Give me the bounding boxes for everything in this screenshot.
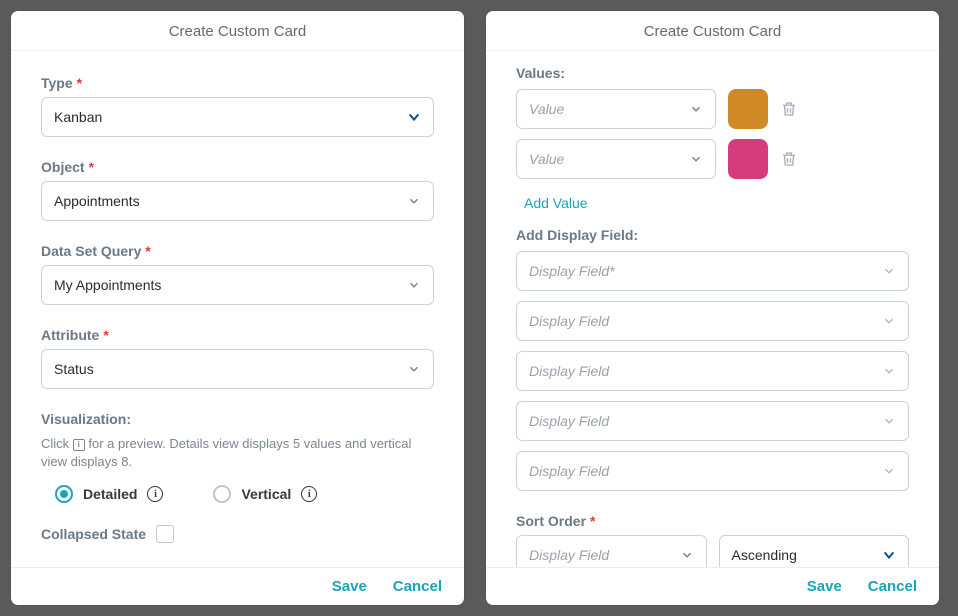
sort-order-label: Sort Order* (516, 513, 909, 529)
sort-direction-select[interactable]: Ascending (719, 535, 910, 567)
chevron-down-icon (407, 278, 421, 292)
visualization-radio-row: Detailed i Vertical i (41, 485, 434, 503)
display-field-placeholder: Display Field (529, 413, 609, 429)
display-field-select[interactable]: Display Field (516, 451, 909, 491)
cancel-button[interactable]: Cancel (868, 578, 917, 595)
chevron-down-icon (407, 194, 421, 208)
value-select[interactable]: Value (516, 139, 716, 179)
object-group: Object* Appointments (41, 159, 434, 221)
attribute-value: Status (54, 361, 94, 377)
cancel-button[interactable]: Cancel (393, 578, 442, 595)
create-custom-card-dialog-left: Create Custom Card Type* Kanban Object* … (10, 10, 465, 606)
radio-option-detailed: Detailed i (55, 485, 163, 503)
chevron-down-icon (680, 548, 694, 562)
chevron-down-icon (407, 362, 421, 376)
required-asterisk: * (103, 327, 108, 343)
object-select[interactable]: Appointments (41, 181, 434, 221)
visualization-group: Visualization: Click i for a preview. De… (41, 411, 434, 503)
radio-option-vertical: Vertical i (213, 485, 317, 503)
visualization-label: Visualization: (41, 411, 434, 427)
display-field-placeholder: Display Field* (529, 263, 615, 279)
attribute-select[interactable]: Status (41, 349, 434, 389)
chevron-down-icon (882, 364, 896, 378)
dialog-body-left: Type* Kanban Object* Appointments Data S… (11, 51, 464, 567)
data-set-query-value: My Appointments (54, 277, 161, 293)
values-group: Values: Value Value Add Value (516, 65, 909, 213)
save-button[interactable]: Save (807, 578, 842, 595)
visualization-helper: Click i for a preview. Details view disp… (41, 435, 434, 471)
sort-order-row: Display Field Ascending (516, 535, 909, 567)
required-asterisk: * (145, 243, 150, 259)
collapsed-state-checkbox[interactable] (156, 525, 174, 543)
required-asterisk: * (89, 159, 94, 175)
vertical-radio[interactable] (213, 485, 231, 503)
chevron-down-icon (882, 414, 896, 428)
info-icon: i (73, 439, 85, 451)
dialog-title: Create Custom Card (11, 11, 464, 51)
add-display-field-label: Add Display Field: (516, 227, 909, 243)
display-field-select[interactable]: Display Field* (516, 251, 909, 291)
type-select[interactable]: Kanban (41, 97, 434, 137)
object-label: Object* (41, 159, 434, 175)
dialog-body-right: Values: Value Value Add Value Ad (486, 51, 939, 567)
data-set-query-label: Data Set Query* (41, 243, 434, 259)
color-swatch[interactable] (728, 89, 768, 129)
add-value-button[interactable]: Add Value (516, 189, 588, 211)
chevron-down-icon (882, 464, 896, 478)
collapsed-state-label: Collapsed State (41, 526, 146, 542)
object-value: Appointments (54, 193, 140, 209)
value-placeholder: Value (529, 151, 564, 167)
chevron-down-icon (407, 110, 421, 124)
detailed-radio[interactable] (55, 485, 73, 503)
display-field-select[interactable]: Display Field (516, 351, 909, 391)
type-label: Type* (41, 75, 434, 91)
sort-direction-value: Ascending (732, 547, 797, 563)
create-custom-card-dialog-right: Create Custom Card Values: Value Value (485, 10, 940, 606)
sort-field-placeholder: Display Field (529, 547, 609, 563)
type-group: Type* Kanban (41, 75, 434, 137)
display-field-placeholder: Display Field (529, 363, 609, 379)
chevron-down-icon (882, 314, 896, 328)
vertical-radio-label: Vertical (241, 486, 291, 502)
chevron-down-icon (882, 548, 896, 562)
add-display-field-group: Add Display Field: Display Field* Displa… (516, 227, 909, 491)
trash-icon[interactable] (780, 149, 798, 169)
sort-field-select[interactable]: Display Field (516, 535, 707, 567)
required-asterisk: * (77, 75, 82, 91)
values-label: Values: (516, 65, 909, 81)
value-row: Value (516, 139, 909, 179)
dialog-footer: Save Cancel (486, 567, 939, 605)
type-value: Kanban (54, 109, 102, 125)
display-field-placeholder: Display Field (529, 313, 609, 329)
sort-order-group: Sort Order* Display Field Ascending (516, 513, 909, 567)
info-icon[interactable]: i (147, 486, 163, 502)
data-set-query-group: Data Set Query* My Appointments (41, 243, 434, 305)
display-field-select[interactable]: Display Field (516, 301, 909, 341)
required-asterisk: * (590, 513, 595, 529)
value-placeholder: Value (529, 101, 564, 117)
dialog-footer: Save Cancel (11, 567, 464, 605)
collapsed-state-row: Collapsed State (41, 525, 434, 543)
display-field-placeholder: Display Field (529, 463, 609, 479)
detailed-radio-label: Detailed (83, 486, 137, 502)
value-select[interactable]: Value (516, 89, 716, 129)
chevron-down-icon (689, 152, 703, 166)
display-field-select[interactable]: Display Field (516, 401, 909, 441)
save-button[interactable]: Save (332, 578, 367, 595)
attribute-group: Attribute* Status (41, 327, 434, 389)
chevron-down-icon (882, 264, 896, 278)
value-row: Value (516, 89, 909, 129)
info-icon[interactable]: i (301, 486, 317, 502)
data-set-query-select[interactable]: My Appointments (41, 265, 434, 305)
dialog-title: Create Custom Card (486, 11, 939, 51)
color-swatch[interactable] (728, 139, 768, 179)
trash-icon[interactable] (780, 99, 798, 119)
attribute-label: Attribute* (41, 327, 434, 343)
chevron-down-icon (689, 102, 703, 116)
